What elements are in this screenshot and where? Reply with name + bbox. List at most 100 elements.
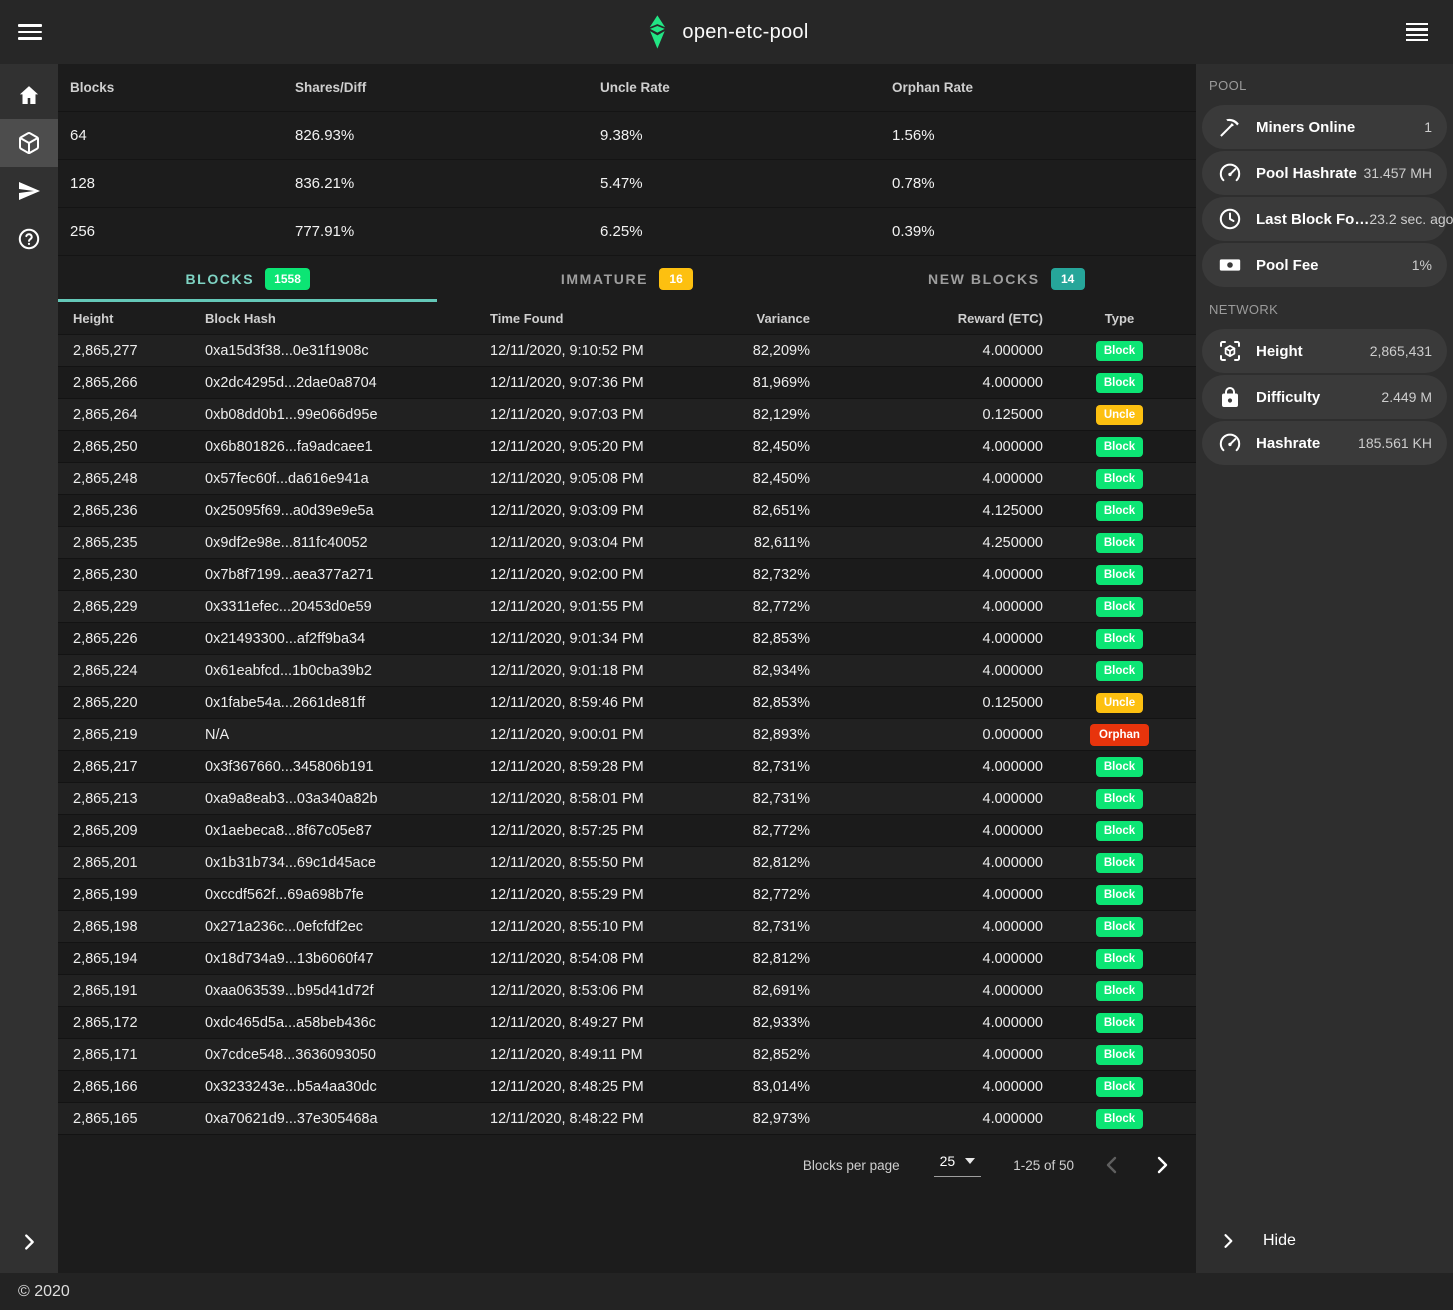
- block-hash-cell[interactable]: 0xccdf562f...69a698b7fe: [205, 887, 490, 903]
- table-row: 2,865,224 0x61eabfcd...1b0cba39b2 12/11/…: [58, 655, 1196, 687]
- block-hash-cell[interactable]: 0xdc465d5a...a58beb436c: [205, 1015, 490, 1031]
- type-badge: Block: [1096, 437, 1143, 457]
- sidebar-item-home[interactable]: [0, 71, 58, 119]
- block-hash-cell[interactable]: 0x25095f69...a0d39e9e5a: [205, 503, 490, 519]
- reward-cell: 4.000000: [810, 375, 1043, 391]
- page-title: open-etc-pool: [682, 21, 808, 44]
- etc-diamond-icon: [644, 14, 669, 50]
- last-block-found-stat: Last Block Fo… 23.2 sec. ago: [1202, 197, 1447, 241]
- block-hash-cell[interactable]: 0xaa063539...b95d41d72f: [205, 983, 490, 999]
- tab-blocks[interactable]: BLOCKS 1558: [58, 256, 437, 302]
- next-page-button[interactable]: [1150, 1153, 1174, 1177]
- help-circle-icon: [17, 227, 41, 251]
- block-hash-cell[interactable]: 0xa9a8eab3...03a340a82b: [205, 791, 490, 807]
- type-cell: Block: [1043, 917, 1196, 937]
- variance-cell: 83,014%: [718, 1079, 810, 1095]
- type-badge: Block: [1096, 821, 1143, 841]
- table-row: 2,865,226 0x21493300...af2ff9ba34 12/11/…: [58, 623, 1196, 655]
- block-hash-cell[interactable]: 0xa70621d9...37e305468a: [205, 1111, 490, 1127]
- table-row: 2,865,194 0x18d734a9...13b6060f47 12/11/…: [58, 943, 1196, 975]
- sidebar-item-blocks[interactable]: [0, 119, 58, 167]
- reorder-bars: [1406, 20, 1428, 44]
- block-hash-cell[interactable]: 0xb08dd0b1...99e066d95e: [205, 407, 490, 423]
- type-badge: Block: [1096, 469, 1143, 489]
- reward-cell: 4.000000: [810, 439, 1043, 455]
- block-hash-cell[interactable]: 0x3311efec...20453d0e59: [205, 599, 490, 615]
- cube-scan-icon: [1218, 339, 1242, 363]
- active-tab-indicator: [58, 299, 437, 302]
- time-found-cell: 12/11/2020, 9:07:03 PM: [490, 407, 718, 423]
- banknote-icon: [1218, 253, 1242, 277]
- variance-cell: 82,973%: [718, 1111, 810, 1127]
- block-hash-cell[interactable]: 0x61eabfcd...1b0cba39b2: [205, 663, 490, 679]
- variance-cell: 82,772%: [718, 823, 810, 839]
- reward-cell: 4.000000: [810, 343, 1043, 359]
- block-hash-cell[interactable]: 0x7cdce548...3636093050: [205, 1047, 490, 1063]
- time-found-cell: 12/11/2020, 9:07:36 PM: [490, 375, 718, 391]
- hide-sidebar-button[interactable]: Hide: [1196, 1209, 1453, 1273]
- block-hash-cell[interactable]: 0x1fabe54a...2661de81ff: [205, 695, 490, 711]
- block-hash-cell[interactable]: 0x57fec60f...da616e941a: [205, 471, 490, 487]
- home-icon: [17, 83, 41, 107]
- network-height-value: 2,865,431: [1370, 343, 1432, 359]
- type-badge: Block: [1096, 661, 1143, 681]
- type-badge: Uncle: [1096, 405, 1143, 425]
- type-cell: Block: [1043, 1109, 1196, 1129]
- blocks-table-header-row: Height Block Hash Time Found Variance Re…: [58, 302, 1196, 335]
- per-page-select[interactable]: 25: [934, 1153, 982, 1177]
- network-height-label: Height: [1256, 343, 1303, 360]
- pagination-bar: Blocks per page 25 1-25 of 50: [58, 1135, 1196, 1195]
- type-cell: Block: [1043, 533, 1196, 553]
- tab-blocks-label: BLOCKS: [185, 271, 254, 287]
- variance-cell: 82,731%: [718, 791, 810, 807]
- rail-collapse-button[interactable]: [0, 1218, 58, 1266]
- time-found-cell: 12/11/2020, 9:00:01 PM: [490, 727, 718, 743]
- tab-immature[interactable]: IMMATURE 16: [437, 256, 816, 302]
- network-section-title: NETWORK: [1196, 288, 1453, 328]
- copyright-label: © 2020: [18, 1283, 70, 1301]
- chevron-right-icon: [1150, 1153, 1174, 1177]
- type-badge: Block: [1096, 533, 1143, 553]
- menu-icon[interactable]: [8, 10, 52, 54]
- time-found-cell: 12/11/2020, 8:49:11 PM: [490, 1047, 718, 1063]
- hamburger-bars: [18, 20, 42, 44]
- block-hash-cell[interactable]: 0x18d734a9...13b6060f47: [205, 951, 490, 967]
- tab-blocks-count-badge: 1558: [265, 268, 310, 290]
- reward-cell: 4.125000: [810, 503, 1043, 519]
- variance-cell: 82,933%: [718, 1015, 810, 1031]
- col-type: Type: [1043, 311, 1196, 326]
- block-hash-cell[interactable]: 0x2dc4295d...2dae0a8704: [205, 375, 490, 391]
- table-row: 2,865,250 0x6b801826...fa9adcaee1 12/11/…: [58, 431, 1196, 463]
- block-hash-cell[interactable]: 0xa15d3f38...0e31f1908c: [205, 343, 490, 359]
- reward-cell: 4.000000: [810, 1047, 1043, 1063]
- right-menu-icon[interactable]: [1395, 10, 1439, 54]
- tab-new-blocks[interactable]: NEW BLOCKS 14: [817, 256, 1196, 302]
- sidebar-item-payments[interactable]: [0, 167, 58, 215]
- sidebar-item-help[interactable]: [0, 215, 58, 263]
- block-hash-cell[interactable]: 0x7b8f7199...aea377a271: [205, 567, 490, 583]
- block-height-cell: 2,865,198: [73, 919, 205, 935]
- block-hash-cell[interactable]: 0x1b31b734...69c1d45ace: [205, 855, 490, 871]
- type-cell: Block: [1043, 853, 1196, 873]
- network-difficulty-value: 2.449 M: [1381, 389, 1432, 405]
- block-hash-cell[interactable]: 0x6b801826...fa9adcaee1: [205, 439, 490, 455]
- block-hash-cell[interactable]: 0x9df2e98e...811fc40052: [205, 535, 490, 551]
- prev-page-button[interactable]: [1100, 1153, 1124, 1177]
- block-hash-cell[interactable]: 0x3233243e...b5a4aa30dc: [205, 1079, 490, 1095]
- time-found-cell: 12/11/2020, 8:57:25 PM: [490, 823, 718, 839]
- block-height-cell: 2,865,172: [73, 1015, 205, 1031]
- block-hash-cell[interactable]: 0x271a236c...0efcfdf2ec: [205, 919, 490, 935]
- block-hash-cell[interactable]: 0x21493300...af2ff9ba34: [205, 631, 490, 647]
- block-height-cell: 2,865,264: [73, 407, 205, 423]
- type-badge: Block: [1096, 1109, 1143, 1129]
- pool-fee-value: 1%: [1412, 257, 1432, 273]
- block-hash-cell[interactable]: 0x1aebeca8...8f67c05e87: [205, 823, 490, 839]
- variance-cell: 82,209%: [718, 343, 810, 359]
- reward-cell: 4.000000: [810, 759, 1043, 775]
- block-hash-cell[interactable]: 0x3f367660...345806b191: [205, 759, 490, 775]
- block-hash-cell[interactable]: N/A: [205, 727, 490, 743]
- last-block-found-value: 23.2 sec. ago: [1369, 211, 1453, 227]
- block-height-cell: 2,865,235: [73, 535, 205, 551]
- time-found-cell: 12/11/2020, 8:55:50 PM: [490, 855, 718, 871]
- time-found-cell: 12/11/2020, 8:55:10 PM: [490, 919, 718, 935]
